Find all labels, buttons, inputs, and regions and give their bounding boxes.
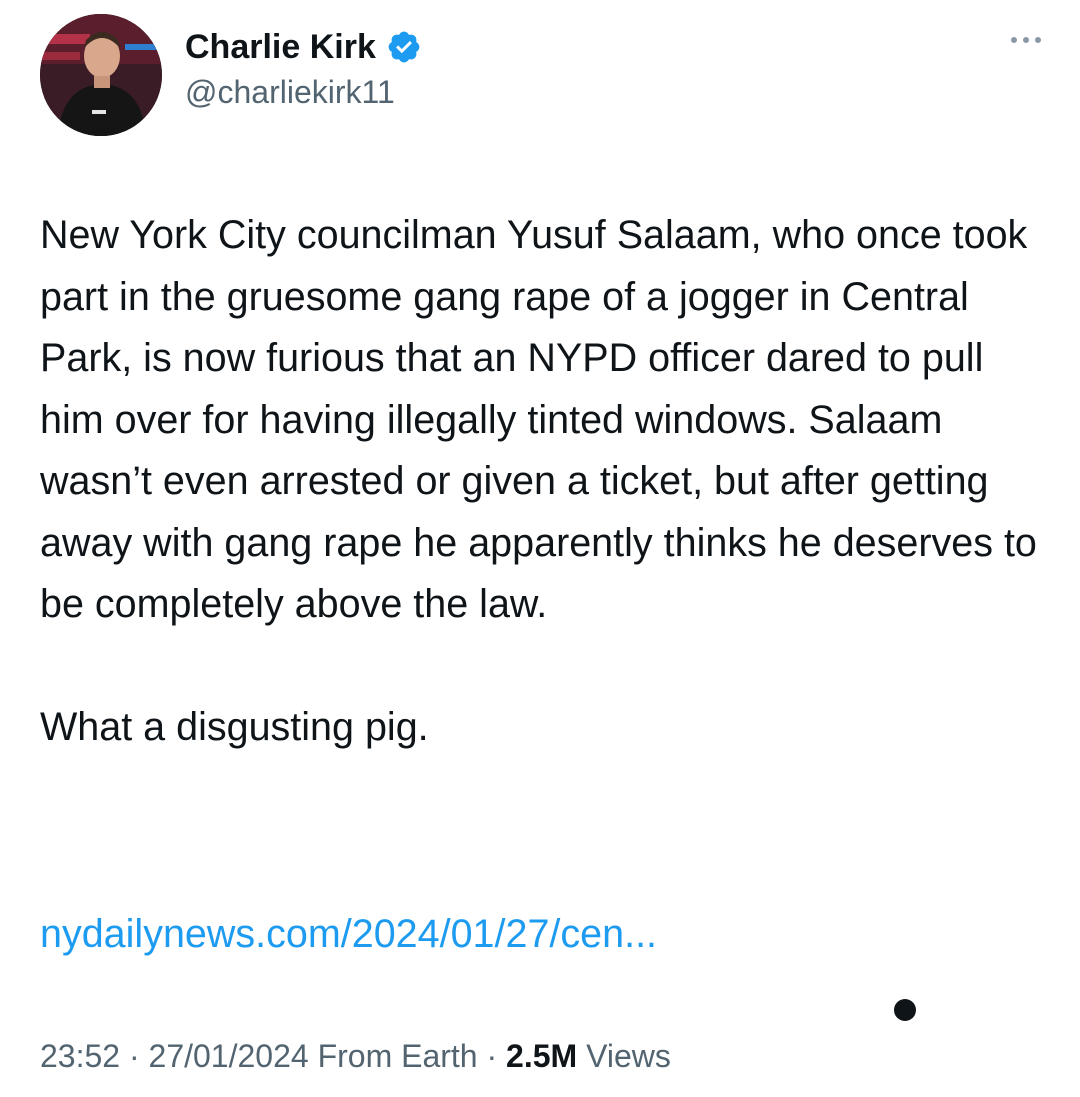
tweet-time[interactable]: 23:52 (40, 1038, 120, 1074)
author-name-row: Charlie Kirk (185, 24, 422, 70)
meta-separator: · (120, 1038, 149, 1074)
tweet-meta: 23:52 · 27/01/2024 From Earth · 2.5M Vie… (40, 1030, 671, 1082)
views-count[interactable]: 2.5M (506, 1038, 577, 1074)
meta-separator: · (477, 1038, 507, 1074)
tweet-card: Charlie Kirk @charliekirk11 New York Cit… (0, 0, 1080, 1097)
tweet-date[interactable]: 27/01/2024 (149, 1038, 309, 1074)
tweet-paragraph-2: What a disgusting pig. (40, 704, 429, 749)
avatar[interactable] (40, 14, 162, 136)
views-label: Views (577, 1038, 671, 1074)
tweet-paragraph-1: New York City councilman Yusuf Salaam, w… (40, 213, 1037, 626)
verified-badge-icon (386, 29, 422, 65)
more-horizontal-icon[interactable] (1006, 30, 1046, 50)
author-display-name[interactable]: Charlie Kirk (185, 28, 376, 67)
tweet-source: From Earth (308, 1038, 478, 1074)
tweet-link[interactable]: nydailynews.com/2024/01/27/cen... (40, 904, 657, 964)
author-handle[interactable]: @charliekirk11 (185, 74, 422, 111)
cursor-dot (894, 999, 916, 1021)
author-block: Charlie Kirk @charliekirk11 (185, 24, 422, 111)
tweet-text: New York City councilman Yusuf Salaam, w… (40, 205, 1050, 758)
avatar-photo (40, 14, 162, 136)
